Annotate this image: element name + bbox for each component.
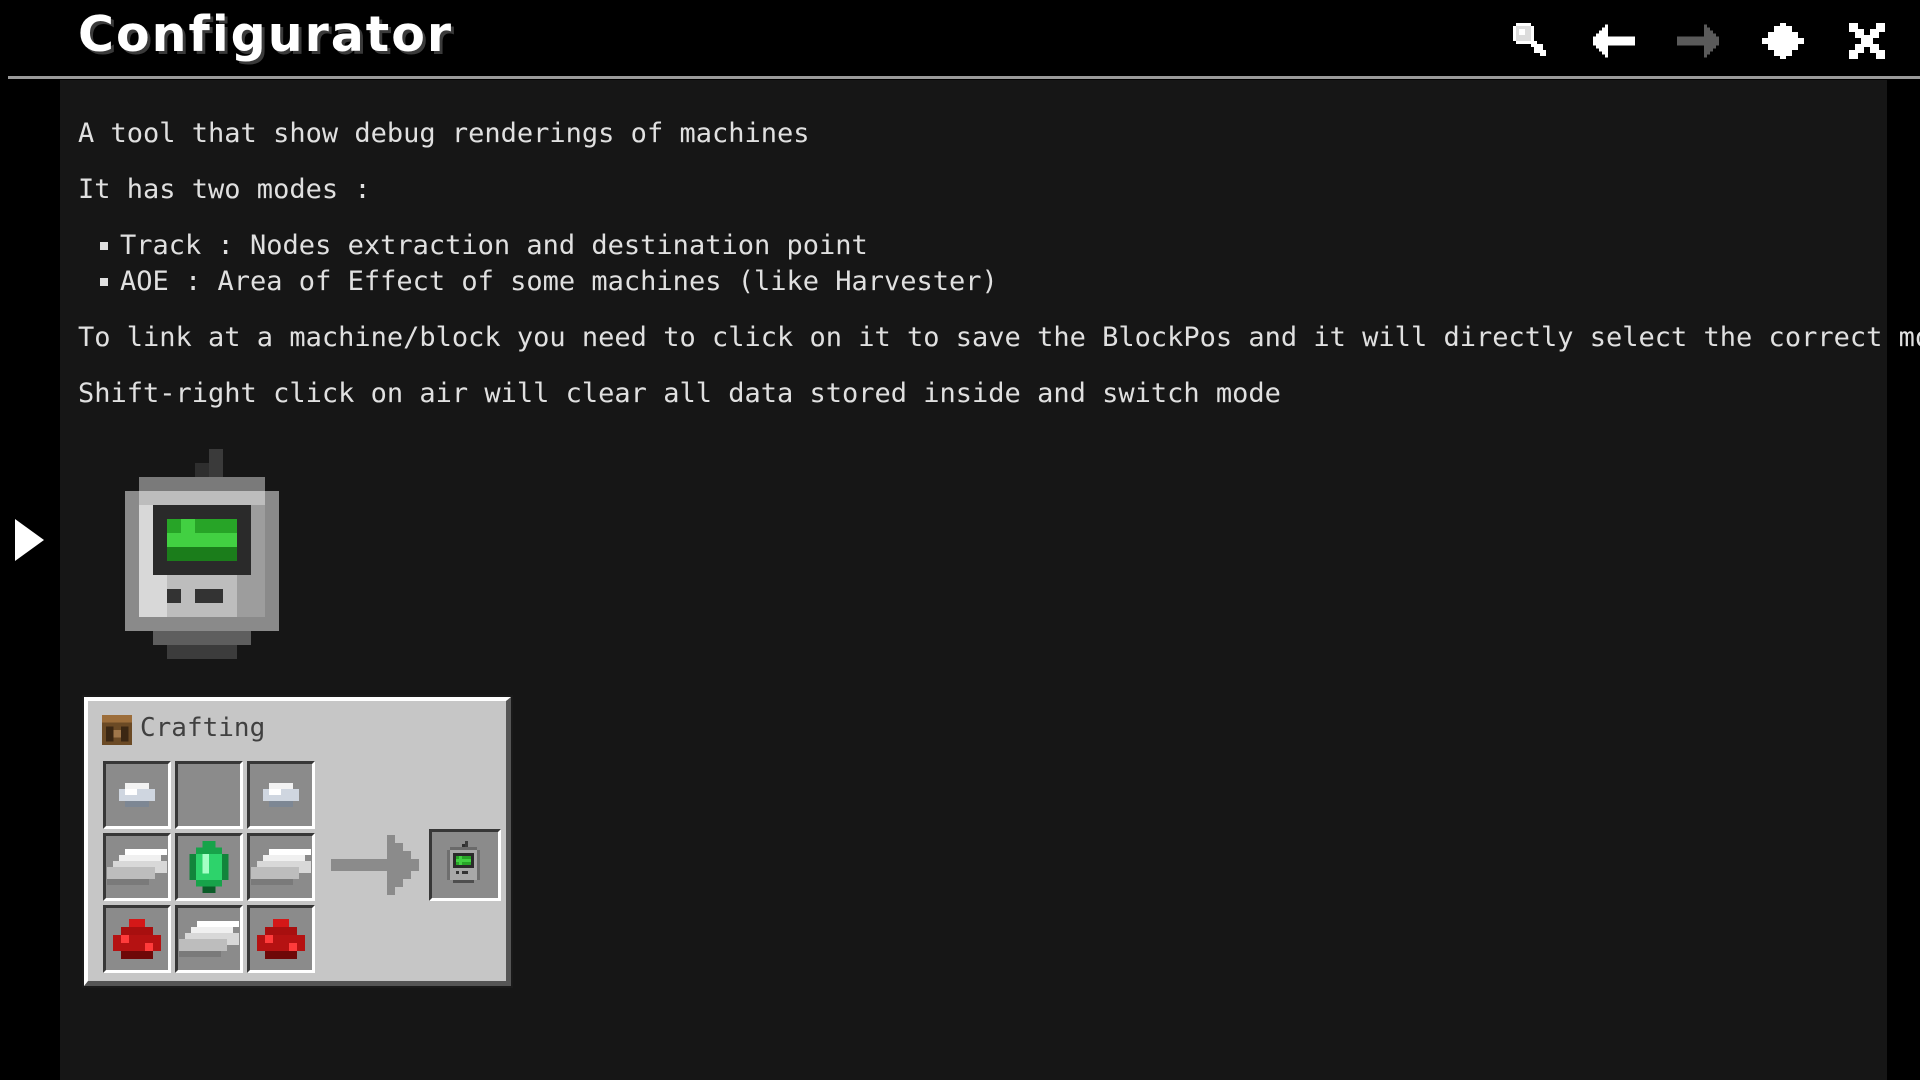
crafting-output-slot[interactable] bbox=[429, 829, 501, 901]
shift-click-note-text: Shift-right click on air will clear all … bbox=[78, 378, 1281, 409]
table-of-contents-toggle[interactable] bbox=[15, 519, 44, 561]
configurator-icon bbox=[125, 449, 279, 659]
crafting-slot[interactable] bbox=[103, 905, 171, 973]
crafting-slot[interactable] bbox=[247, 761, 315, 829]
list-item: AOE : Area of Effect of some machines (l… bbox=[78, 264, 1920, 300]
title-divider bbox=[8, 76, 1920, 79]
bullet-icon bbox=[100, 278, 108, 286]
modes-list: Track : Nodes extraction and destination… bbox=[78, 228, 1920, 300]
close-icon bbox=[1849, 23, 1885, 59]
recipe-title: Crafting bbox=[140, 713, 266, 743]
list-item: Track : Nodes extraction and destination… bbox=[78, 228, 1920, 264]
configurator-illustration bbox=[125, 449, 293, 677]
iron-ingot-icon bbox=[251, 849, 311, 885]
mode-aoe-text: AOE : Area of Effect of some machines (l… bbox=[120, 266, 998, 297]
iron-ingot-icon bbox=[179, 921, 239, 957]
crafting-slot[interactable] bbox=[247, 905, 315, 973]
search-icon bbox=[1513, 23, 1546, 56]
arrow-right-icon bbox=[1677, 24, 1719, 58]
crafting-slot[interactable] bbox=[175, 761, 243, 829]
crafting-slot[interactable] bbox=[103, 833, 171, 901]
search-button[interactable] bbox=[1506, 16, 1556, 66]
crafting-slot[interactable] bbox=[175, 833, 243, 901]
crafting-slot[interactable] bbox=[247, 833, 315, 901]
bookmark-icon bbox=[1762, 23, 1804, 59]
link-note-text: To link at a machine/block you need to c… bbox=[78, 322, 1920, 353]
iron-ingot-icon bbox=[107, 849, 167, 885]
back-button[interactable] bbox=[1589, 16, 1639, 66]
redstone-icon bbox=[257, 919, 305, 959]
crafting-recipe-panel: Crafting bbox=[82, 695, 513, 988]
crafting-table-icon bbox=[102, 715, 132, 745]
crafting-slot[interactable] bbox=[103, 761, 171, 829]
configurator-icon bbox=[447, 841, 480, 883]
iron-nugget-icon bbox=[119, 783, 155, 807]
crafting-arrow-icon bbox=[331, 835, 419, 895]
forward-button[interactable] bbox=[1673, 16, 1723, 66]
arrow-left-icon bbox=[1593, 24, 1635, 58]
emerald-icon bbox=[189, 841, 229, 893]
redstone-icon bbox=[113, 919, 161, 959]
iron-nugget-icon bbox=[263, 783, 299, 807]
modes-intro-text: It has two modes : bbox=[78, 174, 371, 205]
bookmark-button[interactable] bbox=[1758, 16, 1808, 66]
page-content: A tool that show debug renderings of mac… bbox=[78, 116, 1920, 432]
bullet-icon bbox=[100, 242, 108, 250]
page-title: Configurator bbox=[78, 6, 454, 63]
crafting-slot[interactable] bbox=[175, 905, 243, 973]
close-button[interactable] bbox=[1842, 16, 1892, 66]
description-text: A tool that show debug renderings of mac… bbox=[78, 118, 810, 149]
mode-track-text: Track : Nodes extraction and destination… bbox=[120, 230, 868, 261]
